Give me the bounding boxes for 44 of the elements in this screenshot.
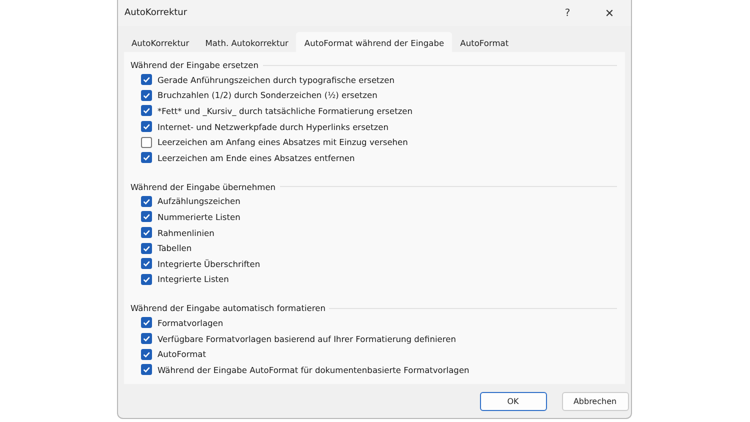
help-button[interactable]: ?: [546, 0, 588, 26]
checkbox[interactable]: [140, 242, 152, 254]
option-label: AutoFormat: [158, 349, 206, 360]
option-label: Internet- und Netzwerkpfade durch Hyperlinks ersetzen: [158, 122, 388, 132]
option-label: Bruchzahlen (1/2) durch Sonderzeichen (½) ersetzen: [158, 90, 378, 100]
section-title: Während der Eingabe ersetzen: [130, 60, 259, 70]
checkbox[interactable]: [140, 364, 152, 376]
option-label: *Fett* und _Kursiv_ durch tatsächliche Formatierung ersetzen: [158, 106, 413, 116]
close-button[interactable]: ✕: [588, 0, 630, 26]
checkbox[interactable]: [140, 121, 152, 132]
tab[interactable]: Math. Autokorrektur: [197, 34, 296, 52]
checkbox[interactable]: [140, 152, 152, 164]
section-title: Während der Eingabe automatisch formatieren: [130, 303, 326, 314]
checkbox[interactable]: [140, 74, 152, 86]
window-title: AutoKorrektur: [124, 8, 188, 18]
option-label: Leerzeichen am Anfang eines Absatzes mit Einzug versehen: [158, 137, 408, 148]
tab[interactable]: AutoFormat: [452, 34, 517, 52]
checkbox[interactable]: [140, 211, 152, 222]
option-label: Aufzählungszeichen: [158, 196, 240, 206]
option-label: Integrierte Listen: [158, 274, 229, 284]
section-title: Während der Eingabe übernehmen: [130, 182, 276, 192]
checkbox[interactable]: [140, 196, 152, 207]
checkbox[interactable]: [140, 258, 152, 270]
checkbox[interactable]: [140, 333, 152, 344]
option-label: Verfügbare Formatvorlagen basierend auf Ihrer Formatierung definieren: [158, 334, 456, 344]
checkbox[interactable]: [140, 274, 152, 285]
checkbox[interactable]: [140, 136, 152, 148]
option-label: Nummerierte Listen: [158, 212, 240, 222]
tab[interactable]: AutoKorrektur: [124, 34, 198, 52]
checkbox[interactable]: [140, 105, 152, 116]
option-label: Während der Eingabe AutoFormat für dokumentenbasierte Formatvorlagen: [158, 364, 470, 375]
option-label: Leerzeichen am Ende eines Absatzes entfernen: [158, 152, 355, 163]
option-label: Formatvorlagen: [158, 318, 224, 328]
option-label: Integrierte Überschriften: [158, 258, 260, 269]
ok-button[interactable]: OK: [480, 392, 546, 410]
checkbox[interactable]: [140, 227, 152, 238]
option-label: Tabellen: [158, 243, 192, 254]
option-label: Rahmenlinien: [158, 228, 214, 238]
cancel-button[interactable]: Abbrechen: [562, 392, 628, 410]
checkbox[interactable]: [140, 90, 152, 101]
checkbox[interactable]: [140, 348, 152, 360]
tab[interactable]: AutoFormat während der Eingabe: [296, 32, 452, 52]
checkbox[interactable]: [140, 317, 152, 328]
option-label: Gerade Anführungszeichen durch typografische ersetzen: [158, 74, 395, 85]
